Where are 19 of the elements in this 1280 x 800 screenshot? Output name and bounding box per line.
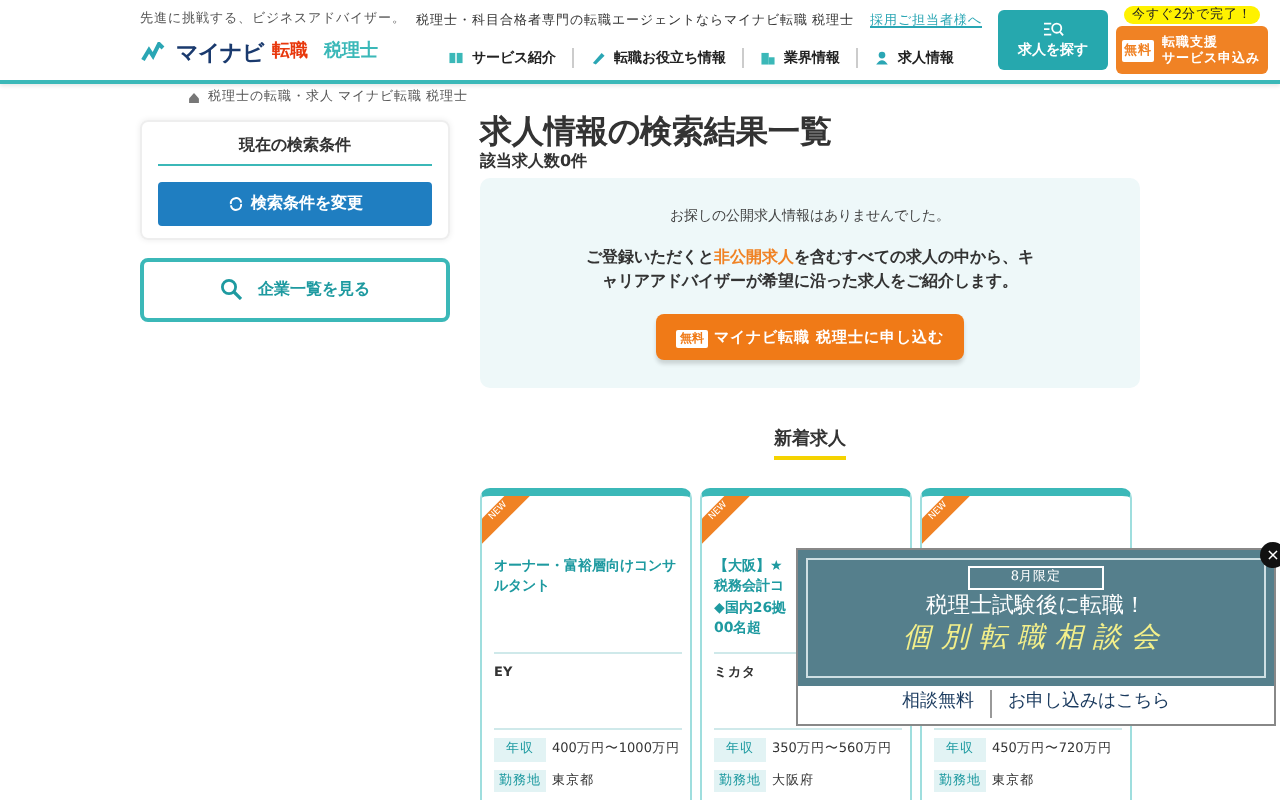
refresh-icon [227, 195, 243, 212]
panel-title: 現在の検索条件 [158, 133, 432, 166]
close-button[interactable]: × [1260, 542, 1280, 568]
result-count: 該当求人数0件 [480, 149, 590, 174]
search-icon [1041, 19, 1065, 40]
page-title: 求人情報の検索結果一覧 [480, 111, 834, 150]
banner-headline: 税理士試験後に転職！ [924, 589, 1148, 622]
pen-icon [589, 49, 606, 66]
home-icon [188, 91, 200, 104]
registration-message: ご登録いただくと非公開求人を含むすべての求人の中から、キャリアアドバイザーが希望に沿った求人をご紹介します。 [584, 246, 1036, 295]
site-logo[interactable]: マイナビ 転職 税理士 [140, 37, 406, 71]
change-conditions-button[interactable]: 検索条件を変更 [158, 181, 432, 226]
building-icon [759, 49, 776, 66]
search-icon [220, 278, 242, 301]
banner-footer-text: お申し込みはこちら [1008, 690, 1170, 716]
person-icon [873, 49, 890, 66]
section-heading: 新着求人 [774, 430, 846, 461]
wave-logo-icon [140, 42, 168, 65]
book-icon [447, 49, 464, 66]
